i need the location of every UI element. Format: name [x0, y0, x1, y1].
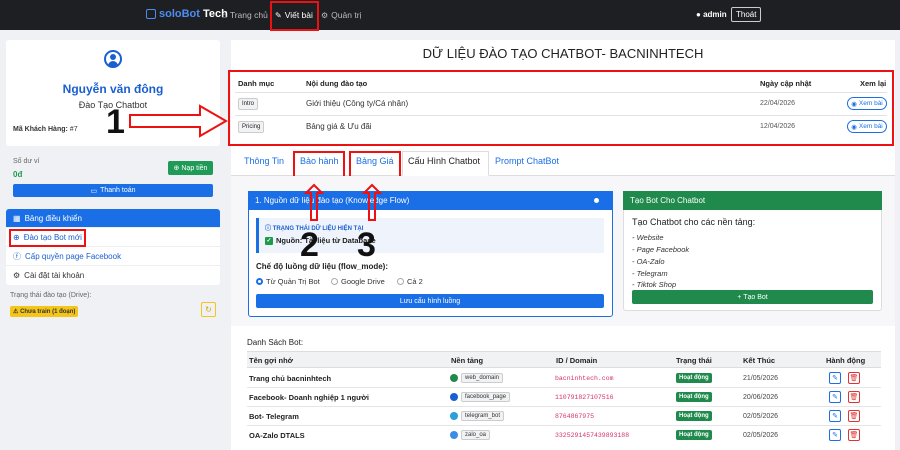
arrow-right-annotation — [129, 104, 229, 138]
annotation-number-2: 2 — [300, 226, 319, 264]
annotation-number-1: 1 — [106, 103, 125, 141]
annotation-arrows — [129, 104, 383, 221]
annotation-number-3: 3 — [357, 226, 376, 264]
arrow-up-annotation-2 — [303, 183, 325, 221]
arrow-up-annotation-3 — [361, 183, 383, 221]
